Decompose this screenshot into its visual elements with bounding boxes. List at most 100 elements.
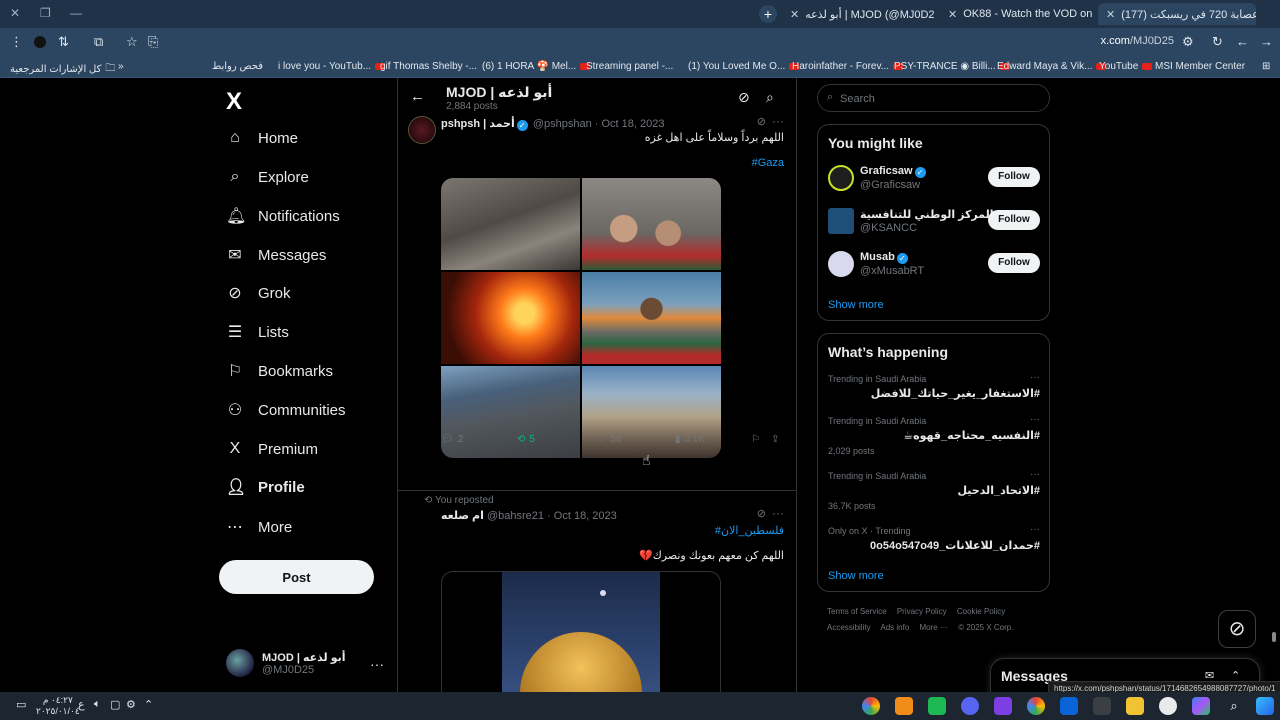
app-icon[interactable] (862, 697, 880, 715)
bookmark-item[interactable]: (6) 1 HORA 🍄 Mel... (482, 61, 591, 72)
bookmark-item[interactable]: (1) You Loved Me O... (688, 61, 800, 72)
footer-link[interactable]: Ads info (880, 623, 909, 632)
trend-item[interactable]: Trending in Saudi Arabia #الاتحاد_الدحيل… (828, 469, 1040, 511)
grok-icon[interactable]: ⊘ (738, 89, 750, 106)
menu-dots-icon[interactable]: ⋮ (10, 34, 23, 50)
app-icon[interactable] (1159, 697, 1177, 715)
restore-window-icon[interactable]: ❐ (40, 6, 51, 20)
footer-link[interactable]: More ··· (920, 623, 948, 632)
nav-lists[interactable]: ☰ Lists (226, 317, 289, 347)
account-switcher[interactable]: MJOD | أبو لذعه @MJ0D25 (226, 649, 346, 677)
new-tab-button[interactable]: + (759, 5, 777, 23)
nav-premium[interactable]: X Premium (226, 434, 318, 464)
bookmark-all[interactable]: كل الإشارات المرجعية 🗀 (10, 61, 115, 78)
nav-messages[interactable]: ✉ Messages (226, 240, 326, 270)
browser-tab-active[interactable]: ✕ (177) عصابة 720 في ريسبكت (1098, 3, 1256, 25)
nav-explore[interactable]: ⌕ Explore (226, 162, 309, 192)
file-explorer-icon[interactable] (1126, 697, 1144, 715)
volume-icon[interactable]: 🔈︎ (94, 698, 101, 711)
nav-grok[interactable]: ⊘ Grok (226, 278, 290, 308)
bookmark-item[interactable]: MSI Member Center (1155, 61, 1245, 72)
bookmark-item[interactable]: فحص روابط (212, 61, 263, 72)
close-tab-icon[interactable]: ✕ (1106, 8, 1115, 21)
nav-notifications[interactable]: 🔔︎ Notifications (226, 201, 340, 231)
network-icon[interactable]: ▢ (110, 698, 120, 711)
close-window-icon[interactable]: ✕ (10, 6, 20, 20)
repost-button[interactable]: ⟲ 5 (517, 434, 535, 445)
site-settings-icon[interactable]: ⚙ (1182, 34, 1194, 50)
trend-item[interactable]: Trending in Saudi Arabia #الاستغفار_يغير… (828, 372, 1040, 400)
trend-item[interactable]: Trending in Saudi Arabia #النفسيه_محتاجه… (828, 414, 1040, 456)
tray-chevron-icon[interactable]: ⌃ (144, 698, 153, 711)
footer-link[interactable]: Accessibility (827, 623, 871, 632)
search-icon[interactable]: ⌕ (1225, 697, 1243, 715)
bookmark-item[interactable]: i love you - YouTub... (278, 61, 386, 72)
tweet-author[interactable]: ام صلعه @bahsre21 · Oct 18, 2023 (441, 509, 617, 522)
tweet-photo[interactable] (441, 272, 580, 364)
back-icon[interactable]: ← (1236, 34, 1249, 49)
suggested-user[interactable]: Graficsaw ✓ @Graficsaw Follow (828, 163, 1040, 195)
nav-bookmarks[interactable]: ⚐ Bookmarks (226, 356, 333, 386)
like-button[interactable]: ♡ 54 (597, 434, 621, 445)
nav-profile[interactable]: 👤︎ Profile (226, 472, 305, 502)
bookmark-item[interactable]: YouTube (1099, 61, 1153, 72)
taskbar-clock[interactable]: ٠٤:٢٧ م ٢٠٢٥/٠١/٠٤ (36, 695, 80, 717)
suggested-user[interactable]: Musab ✓ @xMusabRT Follow (828, 249, 1040, 281)
account-more-icon[interactable]: ··· (370, 656, 384, 672)
reply-button[interactable]: 💬︎ 2 (441, 434, 463, 445)
apps-grid-icon[interactable]: ⊞ (1262, 61, 1270, 72)
bookmark-item[interactable]: PSY-TRANCE ◉ Billi... (894, 61, 1010, 72)
scrollbar[interactable] (1272, 632, 1276, 642)
forward-icon[interactable]: → (1260, 34, 1273, 49)
show-more-link[interactable]: Show more (828, 299, 884, 311)
trend-more-icon[interactable]: ··· (1030, 524, 1040, 535)
url-field[interactable]: x.com/MJ0D25 (1101, 35, 1174, 47)
follow-button[interactable]: Follow (988, 210, 1040, 230)
bookmark-item[interactable]: Edward Maya & Vik... (997, 61, 1107, 72)
footer-link[interactable]: Terms of Service (827, 607, 887, 616)
suggested-user[interactable]: المركز الوطني للتنافسية✓ @KSANCC Follow (828, 206, 1040, 238)
footer-link[interactable]: Cookie Policy (957, 607, 1005, 616)
bookmark-icon[interactable]: ⚐ (751, 434, 760, 445)
trend-more-icon[interactable]: ··· (1030, 469, 1040, 480)
language-indicator[interactable]: ع (78, 698, 85, 711)
bookmark-item[interactable]: Streaming panel -... (586, 61, 673, 72)
close-tab-icon[interactable]: ✕ (948, 8, 957, 21)
grok-fab-icon[interactable]: ⊘ (1218, 610, 1256, 648)
browser-tab[interactable]: ✕ OK88 - Watch the VOD on Kick (940, 3, 1094, 25)
bookmark-item[interactable]: gif Thomas Shelby -... (380, 61, 477, 72)
app-icon[interactable] (1093, 697, 1111, 715)
post-button[interactable]: Post (219, 560, 374, 594)
app-icon[interactable] (895, 697, 913, 715)
nav-more[interactable]: ⋯ More (226, 512, 292, 542)
search-input[interactable]: Search (840, 93, 875, 105)
outlook-icon[interactable] (1060, 697, 1078, 715)
trend-more-icon[interactable]: ··· (1030, 414, 1040, 425)
app-icon[interactable] (928, 697, 946, 715)
minimize-window-icon[interactable]: — (70, 6, 82, 20)
chrome-icon[interactable] (1027, 697, 1045, 715)
footer-link[interactable]: Privacy Policy (897, 607, 947, 616)
install-app-icon[interactable]: ⎘ (148, 34, 158, 50)
tweet[interactable]: ⟲ You reposted ام صلعه @bahsre21 · Oct 1… (398, 490, 796, 692)
search-box[interactable]: ⌕ Search (817, 84, 1050, 112)
extensions-icon[interactable]: ⧉ (94, 34, 103, 50)
trend-more-icon[interactable]: ··· (1030, 372, 1040, 383)
search-icon[interactable]: ⌕ (766, 89, 774, 106)
more-options-icon[interactable]: ··· (772, 506, 784, 520)
app-icon[interactable] (994, 697, 1012, 715)
more-options-icon[interactable]: ··· (772, 114, 784, 128)
windows-start-icon[interactable] (1256, 697, 1274, 715)
downloads-icon[interactable]: ⇅ (58, 34, 69, 50)
notification-icon[interactable]: ▭ (16, 698, 26, 711)
x-logo-icon[interactable]: X (226, 88, 242, 116)
views-button[interactable]: ▮ 3.1K (675, 434, 705, 445)
follow-button[interactable]: Follow (988, 253, 1040, 273)
steam-icon[interactable]: ⚙ (126, 698, 136, 711)
hashtag-link[interactable]: #Gaza (752, 157, 784, 169)
discord-icon[interactable] (961, 697, 979, 715)
tweet-photo[interactable] (582, 272, 721, 364)
share-icon[interactable]: ⇪ (771, 434, 779, 445)
copilot-icon[interactable] (1192, 697, 1210, 715)
hashtag-link[interactable]: #فلسطين_الان (715, 524, 784, 537)
